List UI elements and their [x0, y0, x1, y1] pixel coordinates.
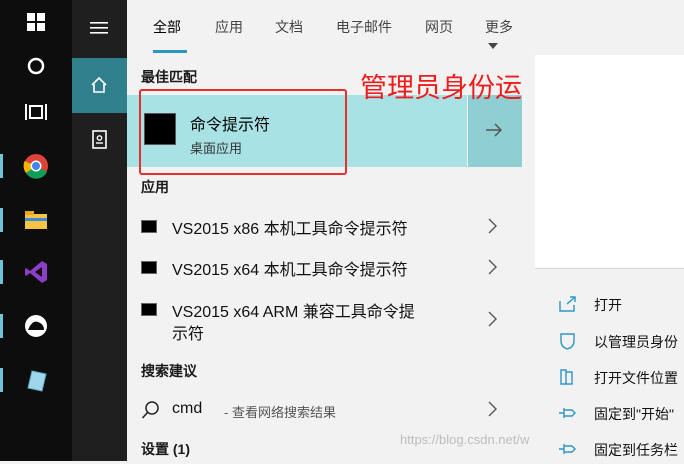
cortana-button[interactable]	[0, 46, 72, 86]
action-pin-to-taskbar[interactable]: 固定到任务栏	[558, 436, 684, 464]
running-indicator	[0, 154, 3, 178]
tab-apps[interactable]: 应用	[215, 17, 243, 37]
action-label: 固定到任务栏	[594, 442, 678, 458]
taskbar	[0, 0, 72, 461]
tab-documents[interactable]: 文档	[275, 17, 303, 37]
running-indicator	[0, 260, 3, 284]
chevron-right-icon	[488, 259, 497, 275]
app-taskbar-item[interactable]	[0, 306, 72, 346]
search-tabs: 全部 应用 文档 电子邮件 网页 更多	[127, 0, 522, 55]
action-run-as-admin[interactable]: 以管理员身份	[558, 328, 684, 356]
app-item-label-continued: 示符	[172, 326, 205, 343]
cortana-icon	[27, 57, 45, 75]
chrome-taskbar-item[interactable]	[0, 146, 72, 186]
tab-email[interactable]: 电子邮件	[336, 17, 392, 37]
notebook-icon	[92, 130, 107, 149]
preview-header-area	[535, 55, 684, 268]
home-icon	[91, 76, 107, 93]
chevron-right-icon	[488, 311, 497, 327]
command-prompt-icon	[141, 261, 157, 274]
app-item-label: VS2015 x64 ARM 兼容工具命令提	[172, 304, 415, 321]
hamburger-icon	[90, 22, 108, 34]
action-label: 以管理员身份	[594, 334, 678, 350]
section-settings: 设置 (1)	[141, 441, 190, 457]
action-pin-to-start[interactable]: 固定到"开始"	[558, 400, 684, 428]
chevron-right-icon	[488, 218, 497, 234]
pin-icon	[559, 444, 576, 454]
task-view-button[interactable]	[0, 92, 72, 132]
suggestion-query: cmd	[172, 400, 203, 417]
app-item-vs2015-x64-arm[interactable]: VS2015 x64 ARM 兼容工具命令提 示符	[127, 290, 522, 343]
file-explorer-taskbar-item[interactable]	[0, 200, 72, 240]
home-button[interactable]	[72, 58, 127, 113]
suggestion-description: - 查看网络搜索结果	[224, 405, 336, 420]
running-indicator	[0, 314, 3, 338]
app-item-label: VS2015 x64 本机工具命令提示符	[172, 262, 408, 279]
folder-icon	[25, 211, 47, 229]
preview-divider	[535, 268, 684, 269]
tab-all[interactable]: 全部	[153, 17, 181, 37]
action-label: 固定到"开始"	[594, 406, 674, 422]
annotation-text: 管理员身份运行	[360, 73, 549, 103]
running-indicator	[0, 208, 3, 232]
preview-panel: 打开 以管理员身份 打开文件位置 固定到"开始" 固定到任务栏	[522, 0, 684, 461]
app-item-vs2015-x86[interactable]: VS2015 x86 本机工具命令提示符	[127, 207, 522, 245]
hamburger-menu-button[interactable]	[72, 0, 127, 55]
action-label: 打开	[594, 297, 622, 313]
active-tab-indicator	[153, 50, 187, 53]
notepad-icon	[27, 370, 47, 392]
section-search-suggestions: 搜索建议	[141, 363, 197, 379]
chevron-right-icon[interactable]	[485, 400, 499, 418]
open-icon	[559, 296, 576, 312]
folder-icon	[560, 369, 573, 385]
start-button[interactable]	[0, 2, 72, 42]
command-prompt-icon	[141, 220, 157, 233]
tab-more-label: 更多	[485, 19, 513, 35]
tab-more[interactable]: 更多	[485, 17, 522, 53]
windows-logo-icon	[27, 13, 45, 31]
action-label: 打开文件位置	[594, 370, 678, 386]
annotation-highlight-box	[139, 89, 347, 175]
notes-taskbar-item[interactable]	[0, 360, 72, 400]
start-left-column	[72, 0, 127, 461]
watermark-text: https://blog.csdn.net/w	[400, 432, 530, 447]
visual-studio-icon	[25, 261, 47, 283]
notebook-button[interactable]	[72, 113, 127, 168]
caret-down-icon	[488, 43, 498, 50]
task-view-icon	[25, 104, 47, 120]
action-open[interactable]: 打开	[558, 291, 684, 319]
command-prompt-icon	[141, 303, 157, 316]
app-logo-icon	[25, 315, 47, 337]
search-icon	[141, 401, 159, 419]
best-match-expand-button[interactable]	[467, 95, 522, 167]
app-item-label: VS2015 x86 本机工具命令提示符	[172, 221, 408, 238]
chrome-icon	[23, 154, 48, 179]
app-item-vs2015-x64[interactable]: VS2015 x64 本机工具命令提示符	[127, 248, 522, 286]
running-indicator	[0, 368, 3, 392]
arrow-right-icon	[486, 123, 503, 137]
section-apps: 应用	[141, 179, 169, 195]
visual-studio-taskbar-item[interactable]	[0, 252, 72, 292]
pin-icon	[559, 408, 576, 418]
tab-web[interactable]: 网页	[425, 17, 453, 37]
section-best-match: 最佳匹配	[141, 69, 197, 85]
shield-icon	[560, 333, 575, 350]
action-open-file-location[interactable]: 打开文件位置	[558, 364, 684, 392]
